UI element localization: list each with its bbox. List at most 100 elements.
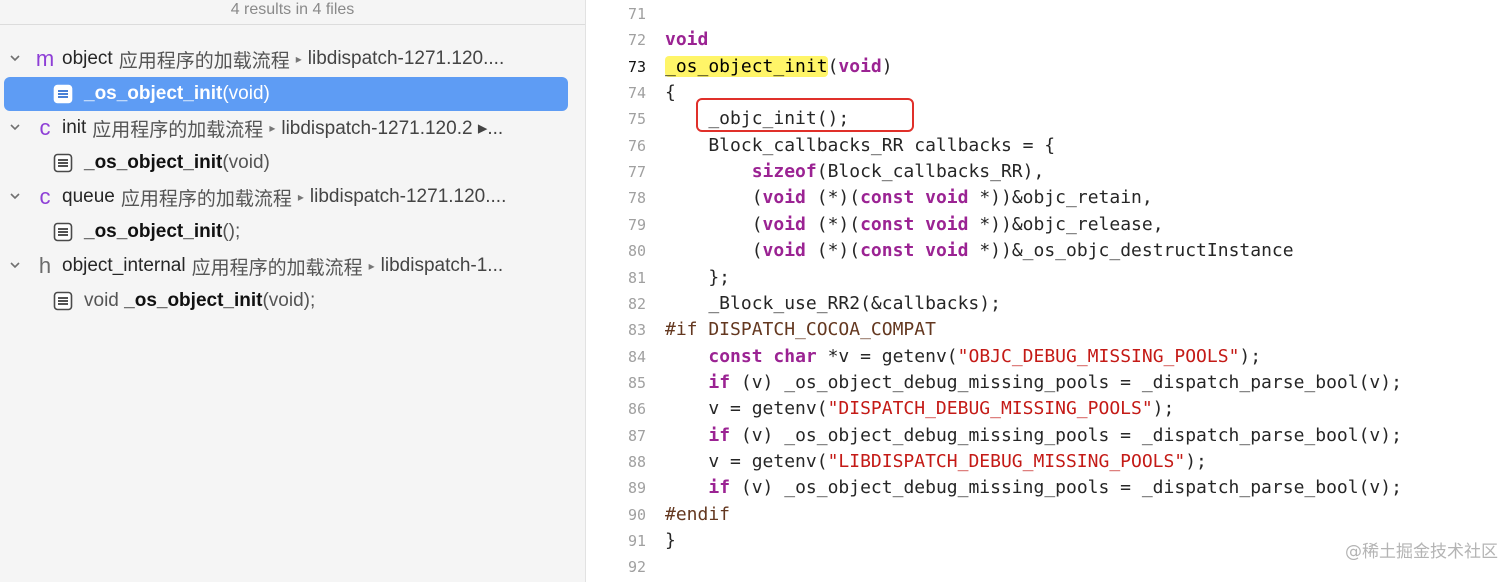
result-folder-name: 应用程序的加载流程 (118, 50, 290, 72)
match-post: (void); (262, 289, 316, 311)
result-match-row[interactable]: _os_object_init(); (4, 215, 568, 249)
code-text: ( (665, 187, 763, 209)
match-post: (); (222, 220, 241, 242)
code-line: 77 sizeof(Block_callbacks_RR), (586, 159, 1044, 185)
code-text: } (665, 530, 676, 551)
code-keyword: void (838, 55, 882, 77)
match-hit: _os_object_init (124, 289, 263, 311)
code-string: "DISPATCH_DEBUG_MISSING_POOLS" (827, 398, 1153, 420)
code-line: 76 Block_callbacks_RR callbacks = { (586, 133, 1055, 159)
line-number: 81 (627, 268, 646, 287)
line-number: 87 (627, 426, 646, 445)
line-number: 78 (627, 189, 646, 208)
code-text: *))&_os_objc_destructInstance (968, 240, 1294, 262)
code-line: 81 }; (586, 265, 730, 291)
code-text: ( (665, 240, 763, 262)
path-separator-icon: ▸ (297, 190, 304, 204)
code-line: 83 #if DISPATCH_COCOA_COMPAT (586, 317, 936, 343)
code-keyword: void (762, 213, 806, 235)
code-text: (v) _os_object_debug_missing_pools = _di… (730, 371, 1402, 393)
code-line: 79 (void (*)(const void *))&objc_release… (586, 212, 1164, 238)
result-file-path: libdispatch-1271.120.2 ▸... (281, 117, 504, 139)
line-number: 72 (627, 31, 646, 50)
result-match-text: _os_object_init(void) (84, 152, 270, 174)
chevron-down-icon[interactable] (0, 190, 30, 205)
code-keyword: char (773, 345, 817, 367)
path-separator-icon: ▸ (368, 259, 375, 273)
code-keyword: void (665, 29, 709, 51)
code-text: (Block_callbacks_RR), (816, 161, 1045, 183)
code-keyword: void (925, 187, 969, 209)
line-number: 76 (627, 136, 646, 155)
code-text: v = getenv( (665, 450, 828, 472)
code-text: Block_callbacks_RR callbacks = { (665, 134, 1056, 156)
code-line: 88 v = getenv("LIBDISPATCH_DEBUG_MISSING… (586, 449, 1207, 475)
code-text: }; (665, 266, 731, 288)
result-match-row[interactable]: _os_object_init(void) (4, 146, 568, 180)
code-line: 87 if (v) _os_object_debug_missing_pools… (586, 423, 1402, 449)
result-file-path: libdispatch-1271.120.... (309, 186, 507, 207)
chevron-down-icon[interactable] (0, 259, 30, 274)
code-keyword: void (762, 240, 806, 262)
results-summary: 4 results in 4 files (0, 0, 585, 25)
code-line-match-icon (52, 83, 74, 105)
result-file-row[interactable]: c queue 应用程序的加载流程 ▸ libdispatch-1271.120.... (0, 180, 585, 214)
code-editor[interactable]: 71 72 void 73 _os_object_init(void) 74{75 _ob… (586, 0, 1512, 582)
line-number: 86 (627, 400, 646, 419)
line-number: 88 (627, 452, 646, 471)
result-match-row[interactable]: void _os_object_init(void); (4, 284, 568, 318)
code-text: ); (1185, 450, 1207, 472)
chevron-down-icon[interactable] (0, 121, 30, 136)
code-text: (*)( (805, 240, 861, 262)
result-file-row[interactable]: m object 应用程序的加载流程 ▸ libdispatch-1271.120...… (0, 42, 585, 76)
code-keyword: if (708, 424, 731, 446)
code-line: 82 _Block_use_RR2(&callbacks); (586, 291, 1001, 317)
code-line: 85 if (v) _os_object_debug_missing_pools… (586, 370, 1402, 396)
match-pre: void (84, 289, 125, 311)
result-file-name: queue (62, 186, 115, 207)
line-number: 83 (627, 321, 646, 340)
chevron-down-icon[interactable] (0, 52, 30, 67)
line-number: 85 (627, 373, 646, 392)
code-line: 92 (586, 554, 665, 580)
code-line: 86 v = getenv("DISPATCH_DEBUG_MISSING_PO… (586, 396, 1174, 422)
code-keyword: if (708, 477, 731, 499)
code-keyword: void (925, 240, 969, 262)
code-keyword: sizeof (751, 161, 817, 183)
result-match-row[interactable]: _os_object_init(void) (4, 76, 568, 111)
line-number: 79 (627, 215, 646, 234)
result-file-row[interactable]: h object_internal 应用程序的加载流程 ▸ libdispatch-1.… (0, 249, 585, 283)
line-number: 73 (627, 57, 646, 76)
code-text: ( (665, 213, 763, 235)
line-number: 90 (627, 505, 646, 524)
code-line: 71 (586, 1, 665, 27)
result-file-row[interactable]: c init 应用程序的加载流程 ▸ libdispatch-1271.120.2 ▸.… (0, 111, 585, 145)
file-type-c-icon: c (39, 184, 51, 209)
line-number: 80 (627, 242, 646, 261)
code-line-match-icon (52, 290, 74, 312)
code-text: _Block_use_RR2(&callbacks); (665, 292, 1001, 314)
code-keyword: const (860, 240, 915, 262)
code-line: 78 (void (*)(const void *))&objc_retain, (586, 185, 1153, 211)
code-line-match-icon (52, 221, 74, 243)
code-keyword: if (708, 371, 731, 393)
code-preprocessor: #endif (665, 503, 731, 525)
result-match-text: _os_object_init(void) (84, 83, 270, 105)
code-text: *))&objc_retain, (968, 187, 1153, 209)
result-file-name: init (62, 117, 87, 138)
code-text: v = getenv( (665, 398, 828, 420)
line-number: 84 (627, 347, 646, 366)
result-match-text: _os_object_init(); (84, 221, 240, 243)
file-type-m-icon: m (35, 46, 55, 71)
find-navigator: 4 results in 4 files m object 应用程序的加载流程 ▸ li… (0, 0, 586, 582)
code-line: 89 if (v) _os_object_debug_missing_pools… (586, 475, 1402, 501)
code-text: *v = getenv( (816, 345, 958, 367)
line-number: 75 (627, 110, 646, 129)
code-text: (*)( (805, 187, 861, 209)
match-hit: _os_object_init (84, 82, 223, 104)
